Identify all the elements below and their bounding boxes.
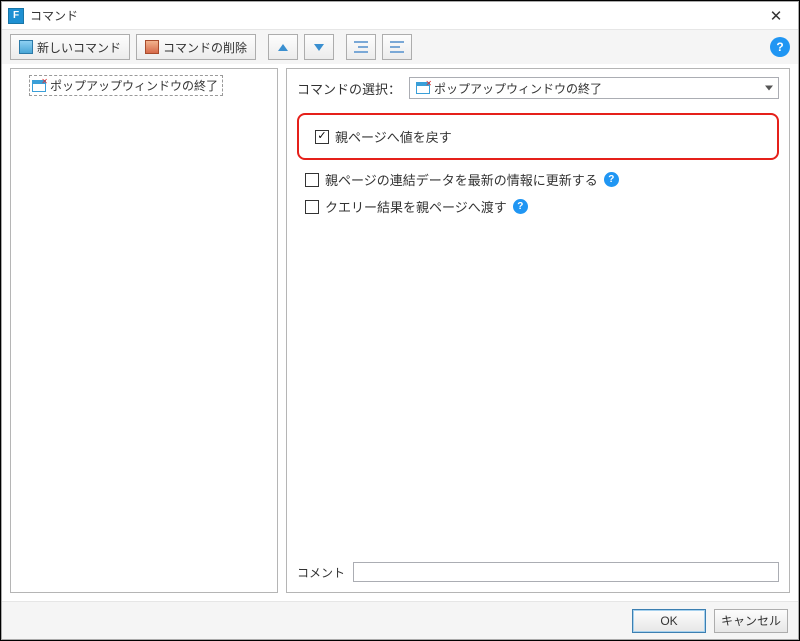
pass-query-option[interactable]: クエリー結果を親ページへ渡す ? — [297, 193, 779, 220]
pass-query-label: クエリー結果を親ページへ渡す — [325, 197, 507, 216]
highlighted-option-box: 親ページへ値を戻す — [297, 113, 779, 160]
delete-command-button[interactable]: コマンドの削除 — [136, 34, 256, 60]
options-area: 親ページへ値を戻す 親ページの連結データを最新の情報に更新する ? クエリー結果… — [287, 107, 789, 556]
dialog-footer: OK キャンセル — [2, 601, 798, 639]
outdent-button[interactable] — [382, 34, 412, 60]
toolbar: 新しいコマンド コマンドの削除 ? — [2, 30, 798, 64]
new-command-icon — [19, 40, 33, 54]
comment-row: コメント — [287, 556, 789, 592]
return-value-label: 親ページへ値を戻す — [335, 127, 452, 146]
refresh-parent-option[interactable]: 親ページの連結データを最新の情報に更新する ? — [297, 166, 779, 193]
titlebar: F コマンド ✕ — [2, 2, 798, 30]
command-select-dropdown[interactable]: ポップアップウィンドウの終了 — [409, 77, 779, 99]
return-value-option[interactable]: 親ページへ値を戻す — [307, 123, 769, 150]
refresh-parent-help-icon[interactable]: ? — [604, 172, 619, 187]
arrow-up-icon — [278, 44, 288, 51]
close-popup-icon — [416, 82, 430, 94]
move-up-button[interactable] — [268, 34, 298, 60]
outdent-icon — [390, 41, 404, 53]
command-select-label: コマンドの選択： — [297, 79, 401, 98]
pass-query-help-icon[interactable]: ? — [513, 199, 528, 214]
help-button[interactable]: ? — [770, 37, 790, 57]
indent-icon — [354, 41, 368, 53]
tree-item-close-popup[interactable]: ポップアップウィンドウの終了 — [29, 75, 223, 96]
command-dialog: F コマンド ✕ 新しいコマンド コマンドの削除 ? — [1, 1, 799, 640]
command-select-value: ポップアップウィンドウの終了 — [434, 80, 602, 97]
command-detail-panel: コマンドの選択： ポップアップウィンドウの終了 親ページへ値を戻す 親ページの連… — [286, 68, 790, 593]
app-icon: F — [8, 8, 24, 24]
return-value-checkbox[interactable] — [315, 130, 329, 144]
indent-button[interactable] — [346, 34, 376, 60]
comment-label: コメント — [297, 564, 345, 581]
new-command-button[interactable]: 新しいコマンド — [10, 34, 130, 60]
command-select-row: コマンドの選択： ポップアップウィンドウの終了 — [287, 69, 789, 107]
refresh-parent-checkbox[interactable] — [305, 173, 319, 187]
refresh-parent-label: 親ページの連結データを最新の情報に更新する — [325, 170, 598, 189]
ok-label: OK — [660, 614, 677, 628]
cancel-button[interactable]: キャンセル — [714, 609, 788, 633]
pass-query-checkbox[interactable] — [305, 200, 319, 214]
window-title: コマンド — [30, 7, 760, 24]
command-tree-panel: ポップアップウィンドウの終了 — [10, 68, 278, 593]
arrow-down-icon — [314, 44, 324, 51]
close-popup-icon — [32, 80, 46, 92]
new-command-label: 新しいコマンド — [37, 39, 121, 56]
content-area: ポップアップウィンドウの終了 コマンドの選択： ポップアップウィンドウの終了 親… — [2, 64, 798, 601]
move-down-button[interactable] — [304, 34, 334, 60]
delete-command-label: コマンドの削除 — [163, 39, 247, 56]
close-button[interactable]: ✕ — [760, 4, 792, 28]
tree-item-label: ポップアップウィンドウの終了 — [50, 77, 218, 94]
comment-input[interactable] — [353, 562, 779, 582]
delete-command-icon — [145, 40, 159, 54]
ok-button[interactable]: OK — [632, 609, 706, 633]
cancel-label: キャンセル — [721, 612, 781, 629]
